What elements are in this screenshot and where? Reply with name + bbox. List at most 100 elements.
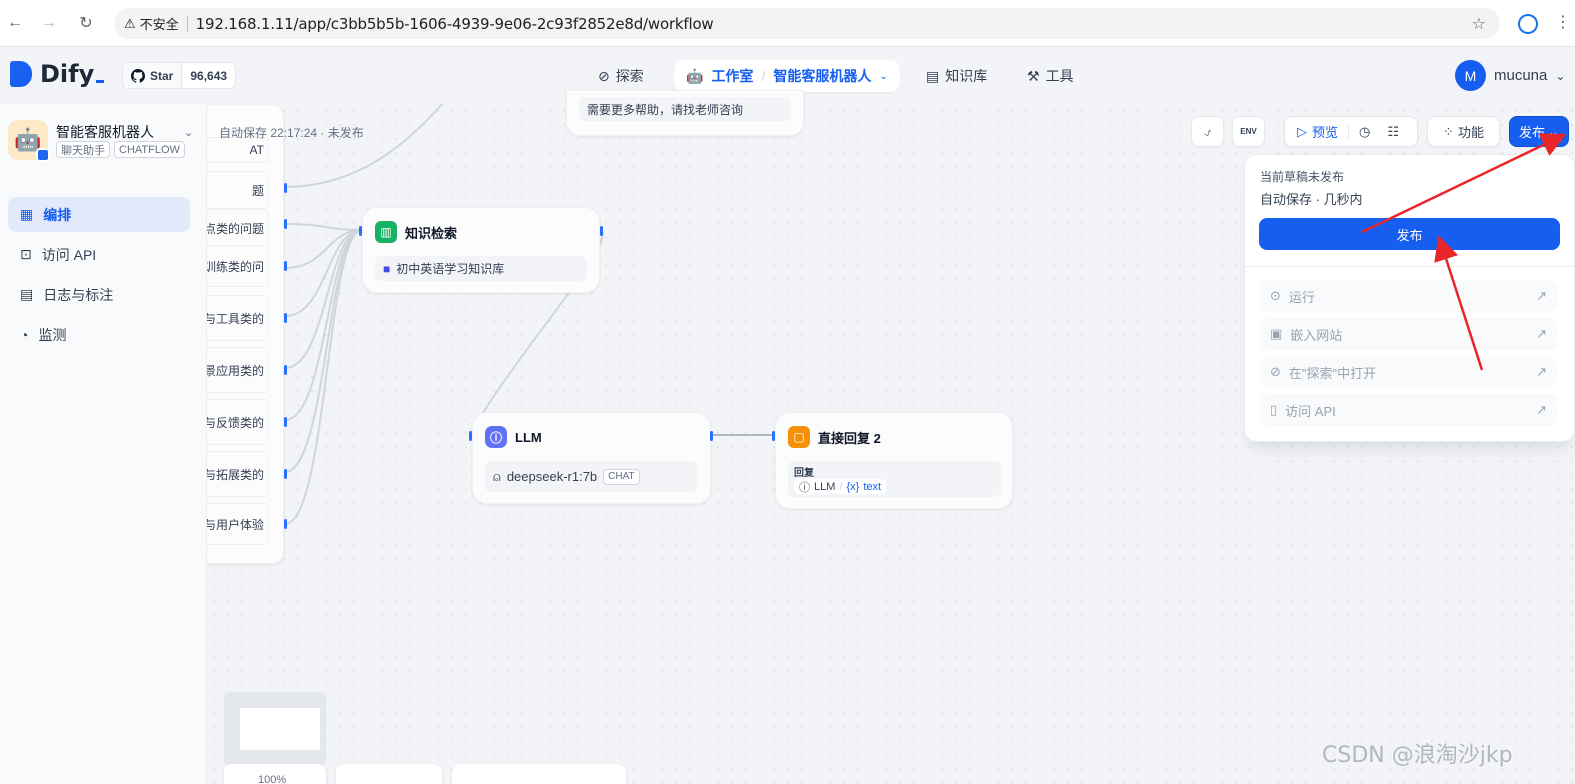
publish-button[interactable]: 发布 xyxy=(1259,218,1560,250)
node-handle[interactable] xyxy=(284,261,287,271)
checklist-button[interactable]: ⍻ xyxy=(1191,116,1224,147)
edge-class-1 xyxy=(284,223,363,231)
arrow-up-right-icon: ↗ xyxy=(1536,364,1547,379)
node-handle[interactable] xyxy=(284,365,287,375)
panel-divider xyxy=(1245,266,1574,267)
app-name-selector[interactable]: 智能客服机器人 ⌄ xyxy=(56,122,193,142)
reload-icon[interactable]: ↻ xyxy=(75,12,97,34)
layout-icon: ▦ xyxy=(20,206,34,222)
apps-icon: ⁘ xyxy=(1443,123,1454,139)
node-handle[interactable] xyxy=(359,226,362,236)
model-selector[interactable]: ⍝ deepseek-r1:7b CHAT xyxy=(485,461,698,492)
edge-class-7 xyxy=(284,229,363,525)
chevron-down-icon: ⌄ xyxy=(184,126,194,139)
classifier-row: 训练类的问 xyxy=(200,246,268,286)
chevron-down-icon: ⌄ xyxy=(1548,123,1559,139)
open-in-explore-item[interactable]: ⊘ 在"探索"中打开 ↗ xyxy=(1260,356,1557,388)
node-handle[interactable] xyxy=(284,519,287,529)
forward-icon[interactable]: → xyxy=(38,12,60,34)
nav-knowledge[interactable]: ▤ 知识库 xyxy=(926,61,987,91)
classifier-row: 点类的问题 xyxy=(200,210,268,246)
publish-dropdown-button[interactable]: 发布 ⌄ xyxy=(1509,116,1569,147)
node-handle[interactable] xyxy=(284,313,287,323)
back-icon[interactable]: ← xyxy=(4,12,26,34)
variable-chip: ⓘ LLM / {x} text xyxy=(794,479,887,494)
watermark: CSDN @浪淘沙jkp xyxy=(1322,743,1513,768)
node-handle[interactable] xyxy=(772,431,775,441)
features-button[interactable]: ⁘ 功能 xyxy=(1427,116,1500,147)
node-handle[interactable] xyxy=(469,431,472,441)
zoom-control[interactable]: 100% xyxy=(224,764,326,784)
classifier-row: 景应用类的 xyxy=(200,348,268,392)
preview-button[interactable]: 预览 xyxy=(1312,122,1338,141)
autosave-status: 自动保存 22:17:24 · 未发布 xyxy=(219,126,364,140)
env-button[interactable]: ENV xyxy=(1232,116,1265,147)
warning-icon: ⚠ xyxy=(124,15,136,31)
edge-top xyxy=(284,104,443,188)
book-open-icon: ▥ xyxy=(375,221,397,243)
address-bar[interactable]: ⚠ 不安全 192.168.1.11/app/c3bb5b5b-1606-4939… xyxy=(114,8,1500,39)
answer-preview: 需要更多帮助，请找老师咨询 xyxy=(579,97,791,121)
var-slash: / xyxy=(839,480,843,493)
dify-logo[interactable]: Dify xyxy=(10,60,105,88)
file-list-icon: ▤ xyxy=(20,286,34,302)
sidebar-item-orchestrate[interactable]: ▦ 编排 xyxy=(8,197,190,232)
compass-icon: ⊘ xyxy=(598,67,610,84)
answer-node-2[interactable]: ▢ 直接回复 2 回复 ⓘ LLM / {x} text xyxy=(775,412,1013,509)
bookmark-star-icon[interactable]: ☆ xyxy=(1472,14,1486,34)
llm-node[interactable]: ⓘ LLM ⍝ deepseek-r1:7b CHAT xyxy=(472,412,711,504)
preview-group: ▷ 预览 ◷ ☷ xyxy=(1284,116,1418,147)
arrow-up-right-icon: ↗ xyxy=(1536,402,1547,417)
nav-studio[interactable]: 🤖 工作室 / 智能客服机器人 ⌄ xyxy=(674,60,900,92)
ollama-icon: ⍝ xyxy=(493,468,501,484)
file-text-icon: ▯ xyxy=(1270,402,1278,417)
minimap[interactable] xyxy=(224,692,326,766)
browser-menu-icon[interactable]: ⋮ xyxy=(1555,12,1571,32)
window-icon: ▣ xyxy=(1270,326,1283,341)
node-handle[interactable] xyxy=(284,183,287,193)
node-handle[interactable] xyxy=(284,417,287,427)
github-icon xyxy=(131,68,145,83)
github-star-button[interactable]: Star 96,643 xyxy=(122,62,237,89)
run-app-item[interactable]: ⊙ 运行 ↗ xyxy=(1260,280,1557,312)
answer-node-top[interactable]: 需要更多帮助，请找老师咨询 xyxy=(566,90,804,136)
history-icon[interactable]: ◷ xyxy=(1359,124,1370,140)
list-icon[interactable]: ☷ xyxy=(1387,124,1399,140)
chevron-down-icon: ⌄ xyxy=(879,70,888,82)
nav-app-selector[interactable]: 智能客服机器人 xyxy=(773,66,871,86)
nav-explore[interactable]: ⊘ 探索 xyxy=(598,61,644,91)
dataset-item: ■ 初中英语学习知识库 xyxy=(375,256,587,281)
sidebar-item-logs[interactable]: ▤ 日志与标注 xyxy=(8,277,190,312)
nav-tools[interactable]: ⚒ 工具 xyxy=(1027,61,1074,91)
embed-website-item[interactable]: ▣ 嵌入网站 ↗ xyxy=(1260,318,1557,350)
compass-icon: ⊘ xyxy=(1270,364,1281,379)
access-api-item[interactable]: ▯ 访问 API ↗ xyxy=(1260,394,1557,426)
url-text[interactable]: 192.168.1.11/app/c3bb5b5b-1606-4939-9e06… xyxy=(196,15,714,33)
node-handle[interactable] xyxy=(710,431,713,441)
minimap-viewport xyxy=(240,708,320,750)
model-tag: CHAT xyxy=(603,468,640,485)
terminal-icon: ⊡ xyxy=(20,246,32,262)
app-icon[interactable]: 🤖 xyxy=(8,120,50,162)
sidebar-item-api[interactable]: ⊡ 访问 API xyxy=(8,237,190,272)
undo-redo-bar[interactable] xyxy=(336,764,442,784)
sidebar-item-monitor[interactable]: ◔ 监测 xyxy=(8,317,190,352)
play-icon: ▷ xyxy=(1297,123,1307,139)
autosave-info: 自动保存 · 几秒内 xyxy=(1260,192,1363,207)
llm-icon: ⓘ xyxy=(485,426,507,448)
canvas-tool-bar[interactable] xyxy=(452,764,626,784)
omnibox-divider xyxy=(186,15,188,32)
node-handle[interactable] xyxy=(284,469,287,479)
node-handle[interactable] xyxy=(284,219,287,229)
checklist-icon: ⍻ xyxy=(1203,123,1212,139)
profile-icon[interactable] xyxy=(1518,14,1538,34)
chevron-down-icon: ⌄ xyxy=(1555,68,1566,83)
dify-logo-mark xyxy=(10,61,32,87)
toolbar-divider xyxy=(1348,123,1350,140)
node-handle[interactable] xyxy=(600,226,603,236)
knowledge-retrieval-node[interactable]: ▥ 知识检索 ■ 初中英语学习知识库 xyxy=(362,207,600,293)
insecure-indicator[interactable]: ⚠ 不安全 xyxy=(124,14,179,33)
logo-underscore xyxy=(96,79,105,83)
user-menu[interactable]: M mucuna ⌄ xyxy=(1455,60,1565,91)
app-mode-tag: CHATFLOW xyxy=(114,141,185,158)
